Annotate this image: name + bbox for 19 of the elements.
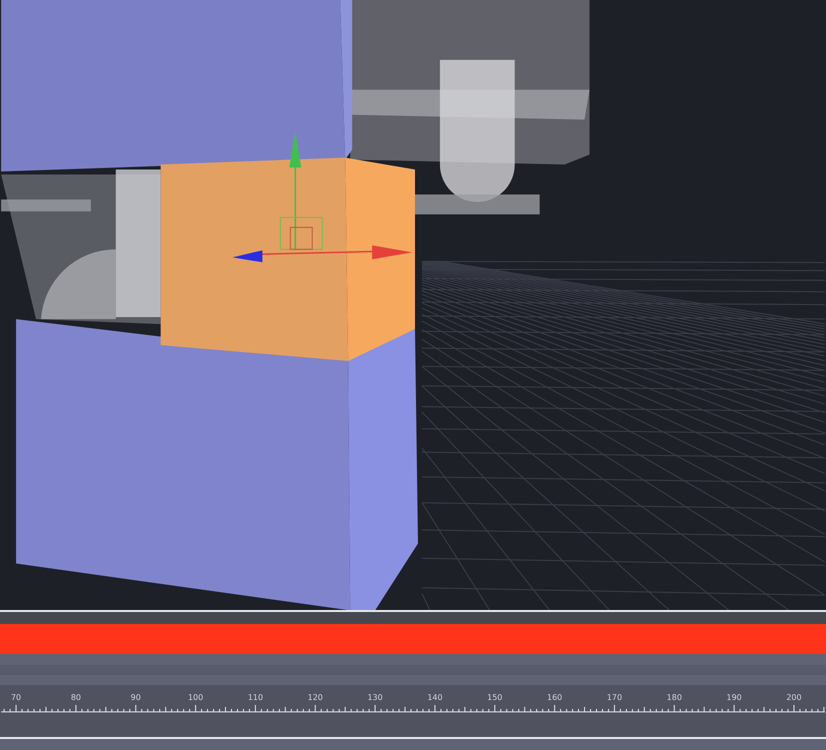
- frame-ruler[interactable]: 70 80 90 100 110 120 130 140 150 160 170 180 190 200: [0, 685, 826, 714]
- frame-number: 150: [487, 693, 502, 702]
- frame-number: 190: [726, 693, 742, 702]
- frame-number: 120: [308, 693, 323, 702]
- move-gizmo-icon[interactable]: [232, 132, 412, 262]
- frame-number: 180: [666, 693, 682, 702]
- frame-number: 90: [130, 693, 141, 702]
- frame-number: 170: [606, 693, 622, 702]
- frame-number: 100: [188, 693, 204, 702]
- animation-track-bar[interactable]: [0, 624, 826, 654]
- frame-number: 160: [547, 693, 562, 702]
- frame-number: 140: [427, 693, 443, 702]
- selected-cube-drawing[interactable]: [160, 158, 415, 362]
- frame-number: 200: [786, 693, 802, 702]
- frame-number: 110: [248, 693, 264, 702]
- frame-number: 130: [368, 693, 383, 702]
- frame-number: 70: [11, 693, 22, 702]
- 3d-viewport[interactable]: [0, 0, 826, 610]
- frame-number: 80: [70, 693, 81, 702]
